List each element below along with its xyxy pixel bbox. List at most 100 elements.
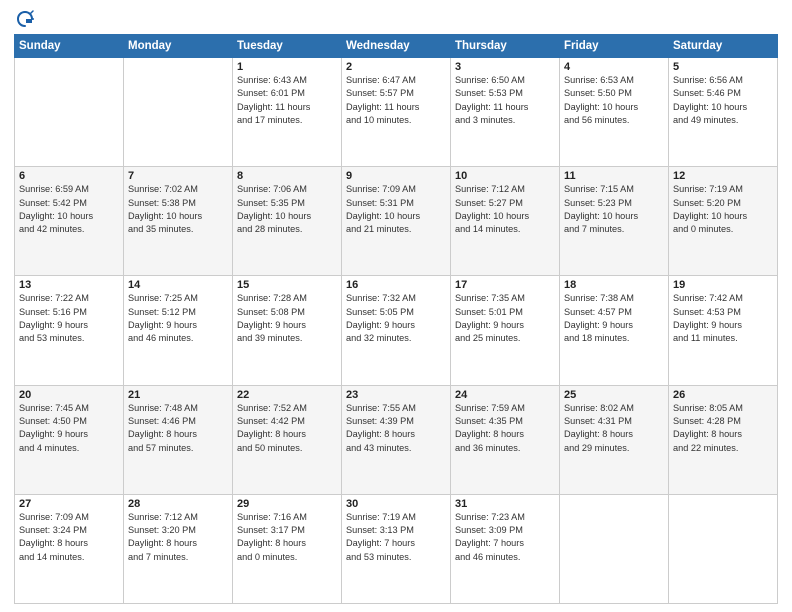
calendar-cell: 30Sunrise: 7:19 AMSunset: 3:13 PMDayligh…	[342, 494, 451, 603]
calendar-cell: 14Sunrise: 7:25 AMSunset: 5:12 PMDayligh…	[124, 276, 233, 385]
day-number: 25	[564, 389, 664, 401]
calendar-cell: 9Sunrise: 7:09 AMSunset: 5:31 PMDaylight…	[342, 167, 451, 276]
day-info: Sunrise: 7:45 AMSunset: 4:50 PMDaylight:…	[19, 402, 119, 455]
day-number: 28	[128, 498, 228, 510]
day-number: 26	[673, 389, 773, 401]
day-info: Sunrise: 7:32 AMSunset: 5:05 PMDaylight:…	[346, 292, 446, 345]
day-number: 7	[128, 170, 228, 182]
day-info: Sunrise: 7:38 AMSunset: 4:57 PMDaylight:…	[564, 292, 664, 345]
calendar-cell: 23Sunrise: 7:55 AMSunset: 4:39 PMDayligh…	[342, 385, 451, 494]
day-number: 8	[237, 170, 337, 182]
day-info: Sunrise: 6:59 AMSunset: 5:42 PMDaylight:…	[19, 183, 119, 236]
header	[14, 10, 778, 28]
day-number: 29	[237, 498, 337, 510]
calendar-cell: 4Sunrise: 6:53 AMSunset: 5:50 PMDaylight…	[560, 58, 669, 167]
day-info: Sunrise: 7:48 AMSunset: 4:46 PMDaylight:…	[128, 402, 228, 455]
day-info: Sunrise: 7:23 AMSunset: 3:09 PMDaylight:…	[455, 511, 555, 564]
calendar-cell: 28Sunrise: 7:12 AMSunset: 3:20 PMDayligh…	[124, 494, 233, 603]
calendar-cell: 6Sunrise: 6:59 AMSunset: 5:42 PMDaylight…	[15, 167, 124, 276]
calendar-cell	[669, 494, 778, 603]
day-info: Sunrise: 6:53 AMSunset: 5:50 PMDaylight:…	[564, 74, 664, 127]
day-number: 15	[237, 279, 337, 291]
calendar-week-row: 6Sunrise: 6:59 AMSunset: 5:42 PMDaylight…	[15, 167, 778, 276]
calendar-cell: 25Sunrise: 8:02 AMSunset: 4:31 PMDayligh…	[560, 385, 669, 494]
calendar-cell: 15Sunrise: 7:28 AMSunset: 5:08 PMDayligh…	[233, 276, 342, 385]
weekday-header-monday: Monday	[124, 35, 233, 58]
calendar-cell	[560, 494, 669, 603]
day-number: 31	[455, 498, 555, 510]
day-number: 3	[455, 61, 555, 73]
day-number: 21	[128, 389, 228, 401]
day-info: Sunrise: 7:09 AMSunset: 5:31 PMDaylight:…	[346, 183, 446, 236]
day-number: 18	[564, 279, 664, 291]
weekday-header-row: SundayMondayTuesdayWednesdayThursdayFrid…	[15, 35, 778, 58]
day-info: Sunrise: 7:12 AMSunset: 3:20 PMDaylight:…	[128, 511, 228, 564]
weekday-header-sunday: Sunday	[15, 35, 124, 58]
calendar-week-row: 20Sunrise: 7:45 AMSunset: 4:50 PMDayligh…	[15, 385, 778, 494]
day-number: 2	[346, 61, 446, 73]
calendar-cell: 17Sunrise: 7:35 AMSunset: 5:01 PMDayligh…	[451, 276, 560, 385]
day-info: Sunrise: 7:25 AMSunset: 5:12 PMDaylight:…	[128, 292, 228, 345]
calendar-cell: 1Sunrise: 6:43 AMSunset: 6:01 PMDaylight…	[233, 58, 342, 167]
calendar-cell: 24Sunrise: 7:59 AMSunset: 4:35 PMDayligh…	[451, 385, 560, 494]
calendar-cell: 11Sunrise: 7:15 AMSunset: 5:23 PMDayligh…	[560, 167, 669, 276]
calendar-table: SundayMondayTuesdayWednesdayThursdayFrid…	[14, 34, 778, 604]
day-number: 13	[19, 279, 119, 291]
calendar-body: 1Sunrise: 6:43 AMSunset: 6:01 PMDaylight…	[15, 58, 778, 604]
calendar-week-row: 1Sunrise: 6:43 AMSunset: 6:01 PMDaylight…	[15, 58, 778, 167]
day-info: Sunrise: 7:15 AMSunset: 5:23 PMDaylight:…	[564, 183, 664, 236]
day-info: Sunrise: 7:06 AMSunset: 5:35 PMDaylight:…	[237, 183, 337, 236]
calendar-cell: 26Sunrise: 8:05 AMSunset: 4:28 PMDayligh…	[669, 385, 778, 494]
calendar-cell: 2Sunrise: 6:47 AMSunset: 5:57 PMDaylight…	[342, 58, 451, 167]
weekday-header-wednesday: Wednesday	[342, 35, 451, 58]
calendar-cell: 19Sunrise: 7:42 AMSunset: 4:53 PMDayligh…	[669, 276, 778, 385]
page: SundayMondayTuesdayWednesdayThursdayFrid…	[0, 0, 792, 612]
calendar-cell: 31Sunrise: 7:23 AMSunset: 3:09 PMDayligh…	[451, 494, 560, 603]
day-info: Sunrise: 7:28 AMSunset: 5:08 PMDaylight:…	[237, 292, 337, 345]
day-info: Sunrise: 7:02 AMSunset: 5:38 PMDaylight:…	[128, 183, 228, 236]
day-info: Sunrise: 7:35 AMSunset: 5:01 PMDaylight:…	[455, 292, 555, 345]
day-info: Sunrise: 8:02 AMSunset: 4:31 PMDaylight:…	[564, 402, 664, 455]
calendar-cell: 29Sunrise: 7:16 AMSunset: 3:17 PMDayligh…	[233, 494, 342, 603]
calendar-week-row: 13Sunrise: 7:22 AMSunset: 5:16 PMDayligh…	[15, 276, 778, 385]
calendar-cell: 8Sunrise: 7:06 AMSunset: 5:35 PMDaylight…	[233, 167, 342, 276]
calendar-cell: 12Sunrise: 7:19 AMSunset: 5:20 PMDayligh…	[669, 167, 778, 276]
calendar-cell	[15, 58, 124, 167]
calendar-cell: 22Sunrise: 7:52 AMSunset: 4:42 PMDayligh…	[233, 385, 342, 494]
calendar-cell: 10Sunrise: 7:12 AMSunset: 5:27 PMDayligh…	[451, 167, 560, 276]
day-info: Sunrise: 7:12 AMSunset: 5:27 PMDaylight:…	[455, 183, 555, 236]
weekday-header-tuesday: Tuesday	[233, 35, 342, 58]
calendar-cell: 7Sunrise: 7:02 AMSunset: 5:38 PMDaylight…	[124, 167, 233, 276]
day-number: 27	[19, 498, 119, 510]
day-info: Sunrise: 7:09 AMSunset: 3:24 PMDaylight:…	[19, 511, 119, 564]
calendar-cell: 20Sunrise: 7:45 AMSunset: 4:50 PMDayligh…	[15, 385, 124, 494]
day-info: Sunrise: 6:47 AMSunset: 5:57 PMDaylight:…	[346, 74, 446, 127]
day-number: 10	[455, 170, 555, 182]
calendar-cell	[124, 58, 233, 167]
calendar-cell: 3Sunrise: 6:50 AMSunset: 5:53 PMDaylight…	[451, 58, 560, 167]
calendar-cell: 21Sunrise: 7:48 AMSunset: 4:46 PMDayligh…	[124, 385, 233, 494]
day-info: Sunrise: 7:22 AMSunset: 5:16 PMDaylight:…	[19, 292, 119, 345]
day-info: Sunrise: 8:05 AMSunset: 4:28 PMDaylight:…	[673, 402, 773, 455]
day-info: Sunrise: 6:50 AMSunset: 5:53 PMDaylight:…	[455, 74, 555, 127]
day-number: 17	[455, 279, 555, 291]
calendar-cell: 18Sunrise: 7:38 AMSunset: 4:57 PMDayligh…	[560, 276, 669, 385]
day-number: 11	[564, 170, 664, 182]
day-number: 24	[455, 389, 555, 401]
weekday-header-saturday: Saturday	[669, 35, 778, 58]
day-info: Sunrise: 6:56 AMSunset: 5:46 PMDaylight:…	[673, 74, 773, 127]
day-number: 20	[19, 389, 119, 401]
day-info: Sunrise: 7:52 AMSunset: 4:42 PMDaylight:…	[237, 402, 337, 455]
day-number: 6	[19, 170, 119, 182]
day-info: Sunrise: 7:59 AMSunset: 4:35 PMDaylight:…	[455, 402, 555, 455]
weekday-header-thursday: Thursday	[451, 35, 560, 58]
calendar-cell: 5Sunrise: 6:56 AMSunset: 5:46 PMDaylight…	[669, 58, 778, 167]
day-number: 16	[346, 279, 446, 291]
calendar-cell: 27Sunrise: 7:09 AMSunset: 3:24 PMDayligh…	[15, 494, 124, 603]
day-info: Sunrise: 7:42 AMSunset: 4:53 PMDaylight:…	[673, 292, 773, 345]
day-number: 19	[673, 279, 773, 291]
day-number: 23	[346, 389, 446, 401]
calendar-cell: 16Sunrise: 7:32 AMSunset: 5:05 PMDayligh…	[342, 276, 451, 385]
day-info: Sunrise: 6:43 AMSunset: 6:01 PMDaylight:…	[237, 74, 337, 127]
calendar-cell: 13Sunrise: 7:22 AMSunset: 5:16 PMDayligh…	[15, 276, 124, 385]
